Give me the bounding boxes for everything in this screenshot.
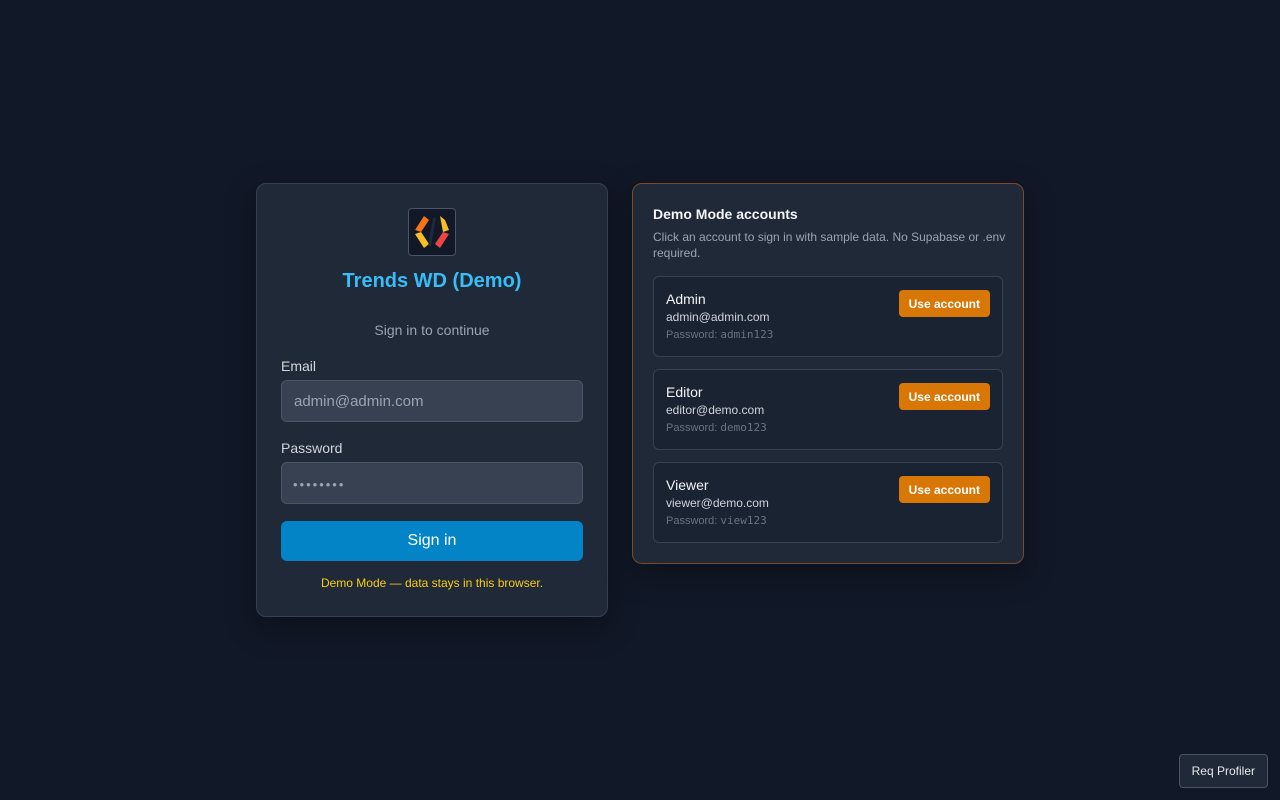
use-account-button[interactable]: Use account (898, 290, 990, 317)
account-name: Admin (666, 291, 706, 307)
signin-subtitle: Sign in to continue (374, 322, 490, 338)
account-password: Password: view123 (666, 514, 767, 527)
password-field[interactable] (281, 462, 583, 504)
account-password: Password: demo123 (666, 421, 767, 434)
signin-button[interactable]: Sign in (281, 521, 583, 561)
panel-description: Click an account to sign in with sample … (653, 230, 1006, 260)
account-name: Editor (666, 384, 703, 400)
account-name: Viewer (666, 477, 709, 493)
email-label: Email (281, 358, 317, 374)
password-prefix: Password: (666, 329, 721, 341)
password-prefix: Password: (666, 422, 721, 434)
account-email: admin@admin.com (666, 310, 770, 324)
demo-mode-note: Demo Mode — data stays in this browser. (320, 576, 544, 590)
demo-accounts-panel: Demo Mode accounts Click an account to s… (632, 183, 1024, 564)
password-label: Password (281, 440, 343, 456)
panel-title: Demo Mode accounts (653, 206, 798, 222)
use-account-button[interactable]: Use account (898, 476, 990, 503)
account-card-admin[interactable]: Admin admin@admin.com Password: admin123… (653, 276, 1003, 357)
app-title: Trends WD (Demo) (342, 270, 522, 292)
account-email: viewer@demo.com (666, 496, 769, 510)
code-brackets-logo-icon (415, 216, 449, 248)
req-profiler-button[interactable]: Req Profiler (1178, 754, 1268, 788)
email-field[interactable] (281, 380, 583, 422)
password-value: demo123 (720, 421, 767, 434)
account-card-editor[interactable]: Editor editor@demo.com Password: demo123… (653, 369, 1003, 450)
password-value: admin123 (720, 328, 774, 341)
app-logo (408, 208, 456, 256)
login-card: Trends WD (Demo) Sign in to continue Ema… (256, 183, 608, 617)
use-account-button[interactable]: Use account (898, 383, 990, 410)
password-value: view123 (720, 514, 767, 527)
account-card-viewer[interactable]: Viewer viewer@demo.com Password: view123… (653, 462, 1003, 543)
account-email: editor@demo.com (666, 403, 765, 417)
password-prefix: Password: (666, 515, 721, 527)
account-password: Password: admin123 (666, 328, 773, 341)
